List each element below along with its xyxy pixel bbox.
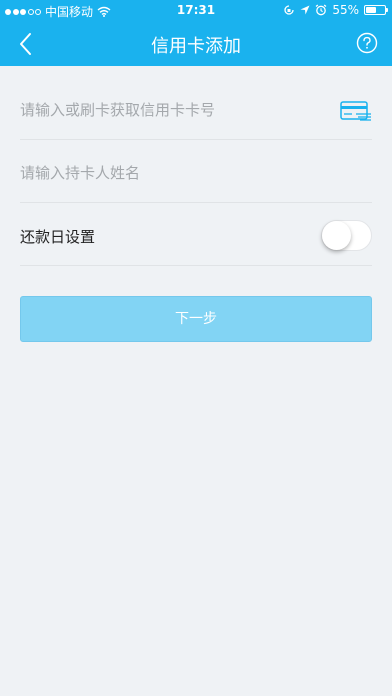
page-title: 信用卡添加 (151, 36, 241, 57)
holder-name-input[interactable] (20, 144, 320, 202)
location-arrow-icon (300, 5, 310, 15)
holder-name-row (20, 144, 372, 203)
orientation-lock-icon (284, 5, 294, 15)
battery-percent: 55% (332, 3, 359, 17)
card-number-input[interactable] (20, 81, 320, 139)
battery-level (366, 7, 376, 13)
card-number-row (20, 81, 372, 140)
status-right: 55% (283, 3, 388, 17)
toggle-knob (322, 221, 351, 250)
repayment-day-row: 还款日设置 (20, 207, 372, 266)
repayment-day-label: 还款日设置 (20, 228, 96, 246)
credit-card-scan-icon[interactable] (340, 101, 372, 123)
alarm-clock-icon (315, 4, 327, 16)
credit-card-form: 还款日设置 (0, 81, 392, 266)
navigation-bar: 信用卡添加 (0, 22, 392, 66)
next-step-button[interactable]: 下一步 (20, 296, 372, 342)
status-bar: 中国移动 17:31 55% (0, 0, 392, 22)
battery-icon (364, 5, 388, 15)
repayment-day-toggle[interactable] (321, 220, 372, 251)
question-circle-icon (356, 32, 378, 54)
help-button[interactable] (356, 32, 378, 54)
app-header: 中国移动 17:31 55% 信用卡添加 (0, 0, 392, 66)
